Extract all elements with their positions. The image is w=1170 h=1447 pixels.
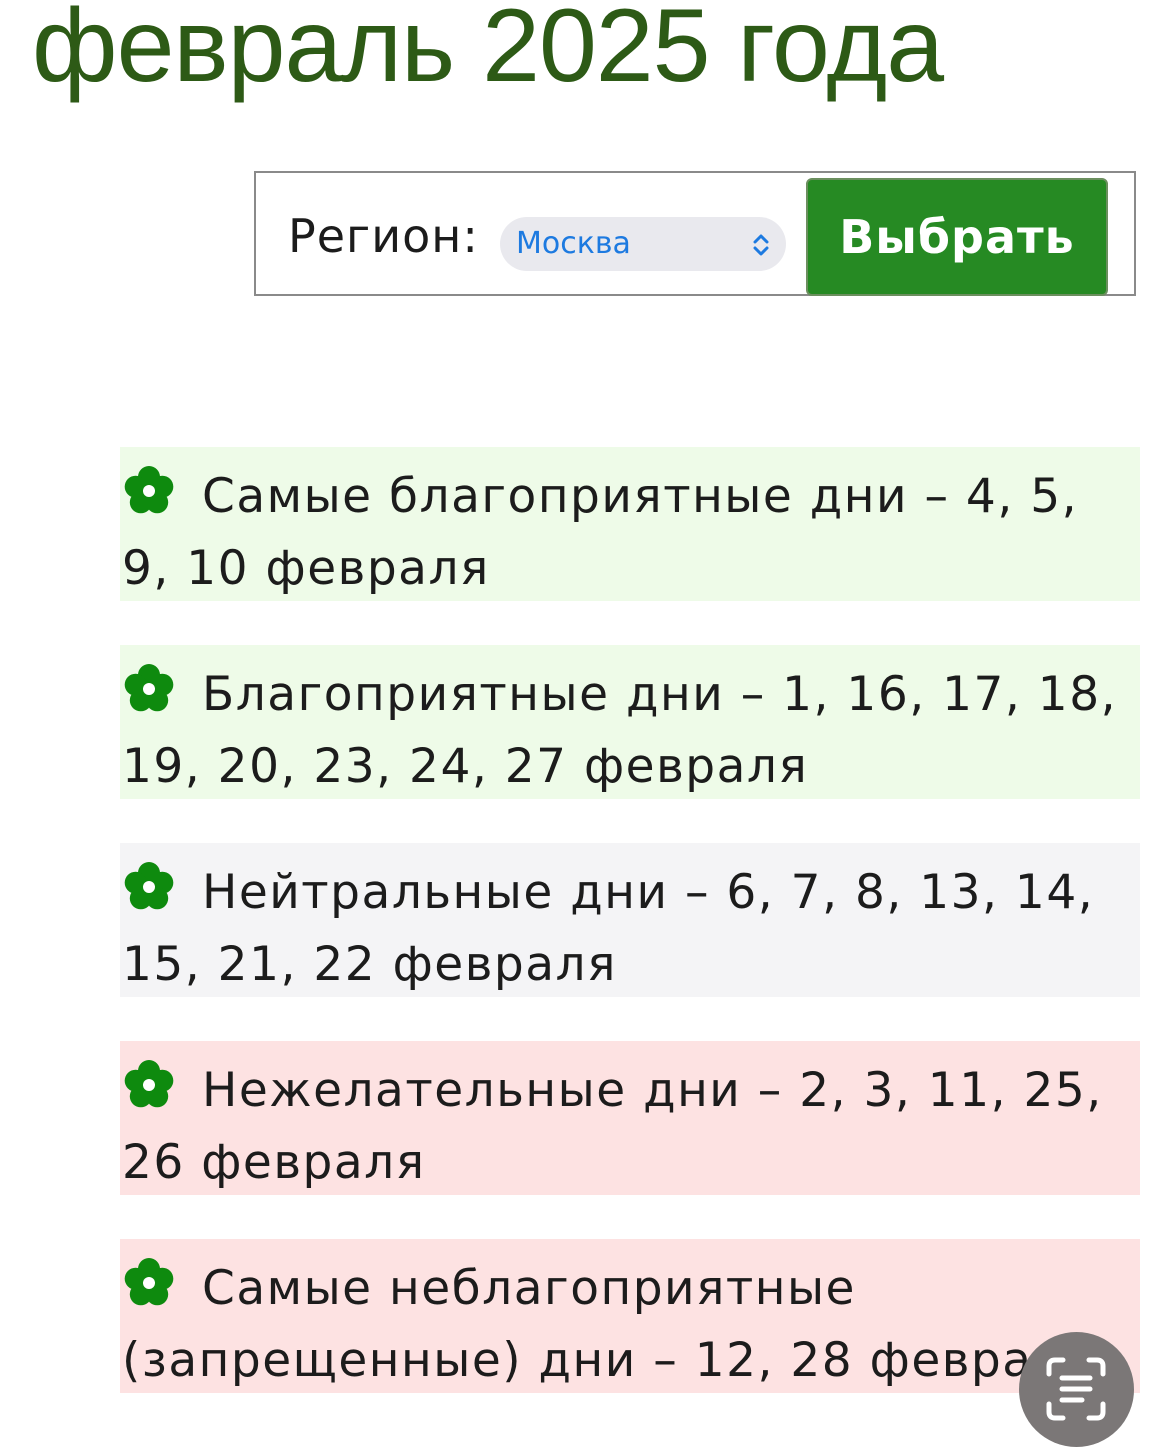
day-category-text: Самые неблагоприятные (запрещенные) дни … xyxy=(122,1261,1094,1388)
day-category-neutral: Нейтральные дни – 6, 7, 8, 13, 14, 15, 2… xyxy=(120,843,1140,997)
page-title: февраль 2025 года xyxy=(32,0,944,104)
day-category-most-unfavorable: Самые неблагоприятные (запрещенные) дни … xyxy=(120,1239,1140,1393)
region-select-value: Москва xyxy=(516,226,631,261)
region-label: Регион: xyxy=(288,209,479,263)
day-category-favorable: Благоприятные дни – 1, 16, 17, 18, 19, 2… xyxy=(120,645,1140,799)
text-scan-button[interactable] xyxy=(1019,1332,1134,1447)
flower-icon xyxy=(124,664,174,712)
region-select[interactable]: Москва xyxy=(500,217,786,271)
choose-button[interactable]: Выбрать xyxy=(806,178,1108,296)
day-category-text: Благоприятные дни – 1, 16, 17, 18, 19, 2… xyxy=(122,667,1118,794)
day-category-text: Самые благоприятные дни – 4, 5, 9, 10 фе… xyxy=(122,469,1079,596)
region-form: Регион: Москва Выбрать xyxy=(254,171,1136,296)
day-category-text: Нейтральные дни – 6, 7, 8, 13, 14, 15, 2… xyxy=(122,865,1095,992)
flower-icon xyxy=(124,1258,174,1306)
flower-icon xyxy=(124,1060,174,1108)
day-category-text: Нежелательные дни – 2, 3, 11, 25, 26 фев… xyxy=(122,1063,1103,1190)
flower-icon xyxy=(124,466,174,514)
text-scan-icon xyxy=(1046,1357,1106,1421)
day-category-undesirable: Нежелательные дни – 2, 3, 11, 25, 26 фев… xyxy=(120,1041,1140,1195)
chevron-up-down-icon xyxy=(753,234,769,256)
day-category-most-favorable: Самые благоприятные дни – 4, 5, 9, 10 фе… xyxy=(120,447,1140,601)
flower-icon xyxy=(124,862,174,910)
